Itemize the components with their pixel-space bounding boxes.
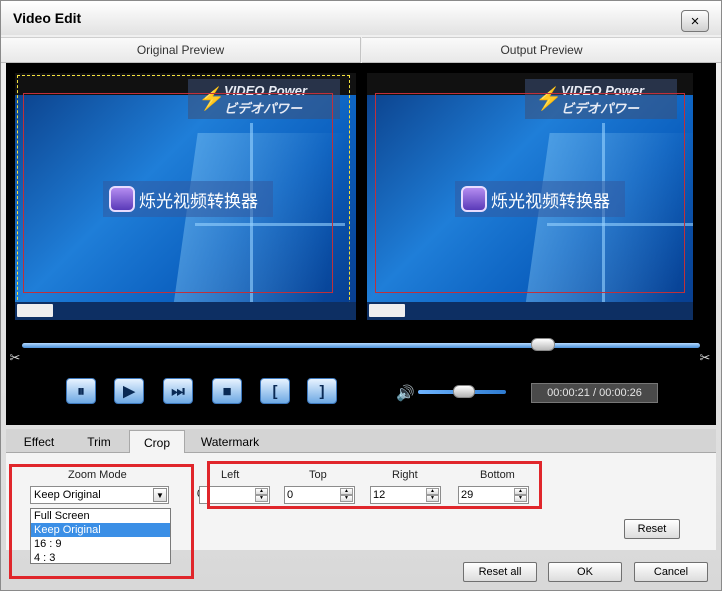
tab-crop[interactable]: Crop [129, 430, 185, 454]
seek-thumb[interactable] [531, 338, 555, 351]
output-preview-header: Output Preview [362, 37, 721, 63]
video-player: ⚡ VIDEO Power ビデオパワー 烁光视频转换器 ⚡ VIDEO Pow… [6, 63, 716, 425]
video-edit-window: Video Edit × Original Preview Output Pre… [0, 0, 722, 591]
tab-effect[interactable]: Effect [14, 431, 64, 453]
stop-button[interactable]: ■ [212, 378, 242, 404]
close-button[interactable]: × [681, 10, 709, 32]
pause-button[interactable]: ⏸ [66, 378, 96, 404]
scissors-start-icon[interactable]: ✂ [8, 351, 22, 365]
red-frame [375, 93, 685, 293]
next-frame-icon: ⏭ [171, 382, 185, 400]
mark-in-button[interactable]: [ [260, 378, 290, 404]
next-frame-button[interactable]: ⏭ [163, 378, 193, 404]
cancel-button[interactable]: Cancel [634, 562, 708, 582]
ok-button[interactable]: OK [548, 562, 622, 582]
crop-frame[interactable] [17, 75, 350, 315]
original-preview-video[interactable]: ⚡ VIDEO Power ビデオパワー 烁光视频转换器 [15, 73, 356, 320]
pause-icon: ⏸ [77, 382, 85, 400]
crop-fields-highlight [207, 461, 542, 509]
reset-all-button[interactable]: Reset all [463, 562, 537, 582]
tab-trim[interactable]: Trim [76, 431, 122, 453]
output-preview-video: ⚡ VIDEO Power ビデオパワー 烁光视频转换器 [367, 73, 693, 320]
mark-out-button[interactable]: ] [307, 378, 337, 404]
taskbar-box [17, 304, 53, 317]
desktop-taskbar [15, 302, 356, 320]
tab-bar: Effect Trim Crop Watermark [6, 429, 716, 454]
tab-watermark[interactable]: Watermark [194, 431, 266, 453]
close-icon: × [690, 12, 700, 30]
stop-icon: ■ [222, 382, 232, 400]
desktop-taskbar [367, 302, 693, 320]
title-bar: Video Edit × [1, 1, 721, 35]
play-icon: ▶ [123, 383, 135, 400]
volume-icon[interactable]: 🔊 [396, 384, 415, 402]
volume-thumb[interactable] [453, 385, 475, 398]
timecode-display: 00:00:21 / 00:00:26 [531, 383, 658, 403]
zoom-mode-highlight [9, 464, 194, 579]
reset-button[interactable]: Reset [624, 519, 680, 539]
play-button[interactable]: ▶ [114, 378, 144, 404]
scissors-end-icon[interactable]: ✂ [698, 351, 712, 365]
original-preview-header: Original Preview [1, 37, 361, 63]
seek-bar[interactable] [22, 343, 700, 348]
window-title: Video Edit [13, 10, 82, 26]
mark-out-icon: ] [319, 382, 325, 400]
taskbar-box [369, 304, 405, 317]
mark-in-icon: [ [272, 382, 278, 400]
